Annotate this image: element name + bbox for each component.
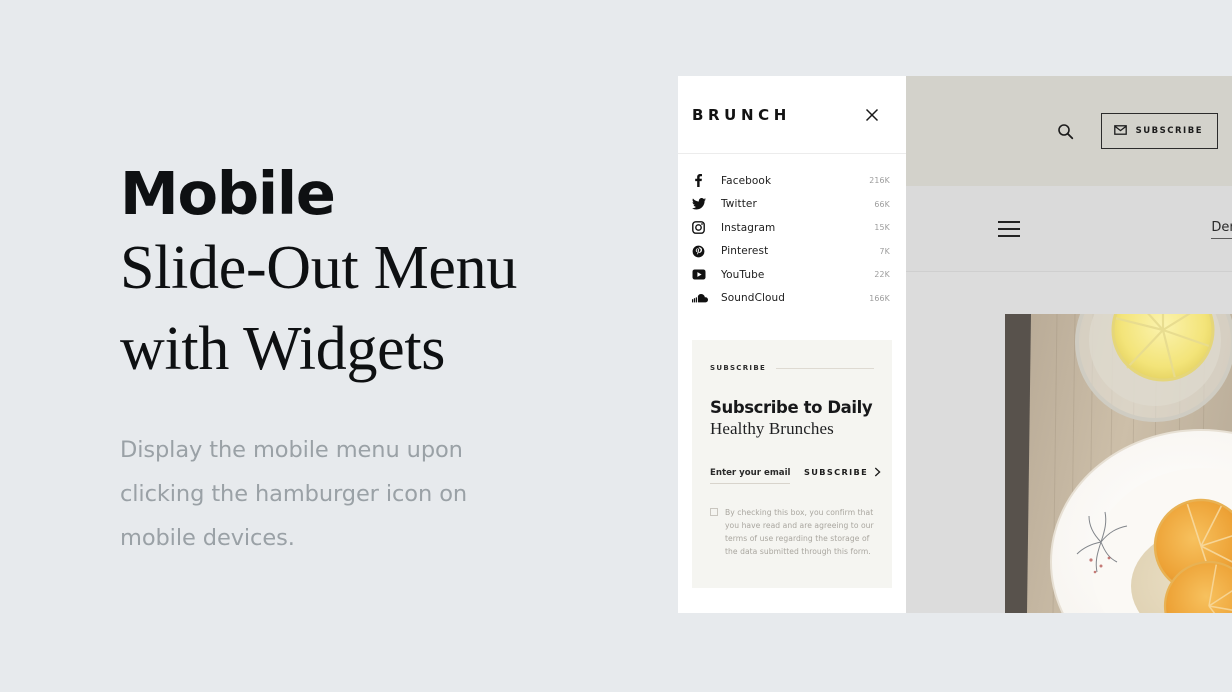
list-item[interactable]: Twitter 66K [692, 193, 890, 217]
widget-subscribe-label: SUBSCRIBE [804, 467, 869, 478]
consent-checkbox[interactable] [710, 507, 718, 516]
chevron-right-icon [874, 465, 881, 480]
page-title: Mobile Slide-Out Menu with Widgets [120, 159, 640, 390]
title-line-sans: Mobile [120, 159, 336, 228]
nav-item-demo[interactable]: Demo [1211, 220, 1232, 239]
list-item[interactable]: SoundCloud 166K [692, 287, 890, 311]
list-item[interactable]: Facebook 216K [692, 169, 890, 193]
title-line-serif-1: Slide-Out Menu [120, 234, 518, 303]
browser-mockup: SUBSCRIBE Demo [678, 76, 1232, 613]
widget-heading-secondary: Healthy Brunches [710, 419, 834, 439]
social-name: Facebook [721, 174, 772, 187]
envelope-icon [1113, 122, 1127, 140]
drawer-header: BRUNCH [678, 76, 906, 154]
social-name: YouTube [721, 268, 765, 281]
social-name: Instagram [721, 221, 776, 234]
instagram-icon [692, 221, 710, 235]
social-count: 66K [874, 199, 890, 209]
consent-row: By checking this box, you confirm that y… [710, 506, 874, 558]
social-count: 166K [869, 293, 890, 303]
list-item[interactable]: Pinterest 7K [692, 240, 890, 264]
page-subtitle: Display the mobile menu upon clicking th… [120, 436, 468, 551]
social-count: 15K [874, 223, 890, 233]
widget-divider [776, 367, 874, 369]
mobile-slide-out-menu: BRUNCH Facebook 216K Twitter 66K Instagr… [678, 76, 906, 613]
pinterest-icon [692, 245, 710, 258]
widget-heading-primary: Subscribe to Daily [710, 398, 873, 417]
title-line-serif-2: with Widgets [120, 315, 446, 384]
social-name: Pinterest [721, 245, 769, 258]
list-item[interactable]: YouTube 22K [692, 263, 890, 287]
facebook-icon [692, 174, 710, 188]
brand-logo[interactable]: BRUNCH [692, 106, 791, 124]
site-subscribe-label: SUBSCRIBE [1135, 126, 1203, 136]
youtube-icon [692, 269, 710, 280]
subscribe-form: SUBSCRIBE [710, 465, 881, 484]
widget-tag-row: SUBSCRIBE [710, 364, 874, 372]
promo-block: Mobile Slide-Out Menu with Widgets Displ… [120, 159, 640, 560]
twitter-icon [692, 198, 710, 210]
food-photo [1005, 314, 1232, 613]
consent-text: By checking this box, you confirm that y… [725, 507, 874, 556]
widget-tag-label: SUBSCRIBE [710, 364, 777, 372]
social-count: 7K [879, 246, 890, 256]
soundcloud-icon [692, 293, 710, 303]
hamburger-icon[interactable] [998, 221, 1020, 237]
subscribe-widget: SUBSCRIBE Subscribe to Daily Healthy Bru… [692, 340, 892, 588]
social-widget: Facebook 216K Twitter 66K Instagram 15K … [678, 154, 906, 318]
social-count: 216K [869, 176, 890, 186]
email-field[interactable] [710, 467, 790, 484]
social-count: 22K [874, 270, 890, 280]
site-subscribe-button[interactable]: SUBSCRIBE [1100, 113, 1218, 149]
social-name: SoundCloud [721, 292, 786, 305]
search-icon[interactable] [1055, 120, 1077, 142]
social-name: Twitter [721, 198, 757, 211]
list-item[interactable]: Instagram 15K [692, 216, 890, 240]
widget-subscribe-button[interactable]: SUBSCRIBE [804, 465, 881, 484]
close-icon[interactable] [864, 107, 880, 123]
